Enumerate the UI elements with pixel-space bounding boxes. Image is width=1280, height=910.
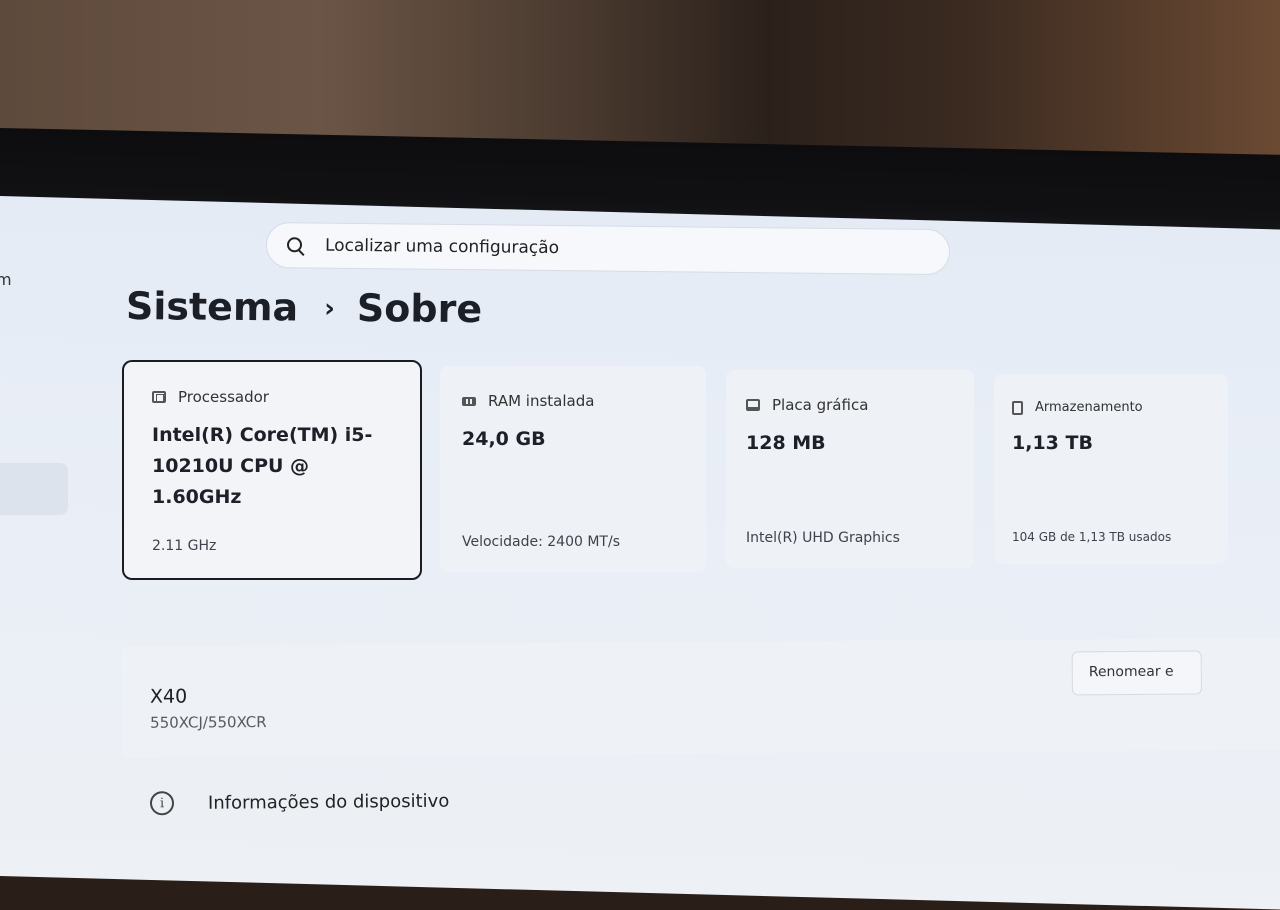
graphics-name: Intel(R) UHD Graphics — [746, 530, 900, 546]
processor-card-header: Processador — [152, 388, 269, 406]
processor-card[interactable]: Processador Intel(R) Core(TM) i5-10210U … — [122, 360, 422, 580]
storage-label: Armazenamento — [1035, 400, 1143, 415]
graphics-label: Placa gráfica — [772, 396, 869, 414]
ram-label: RAM instalada — [488, 392, 595, 410]
storage-usage: 104 GB de 1,13 TB usados — [1012, 530, 1172, 544]
search-input[interactable]: Localizar uma configuração — [325, 236, 559, 258]
storage-value: 1,13 TB — [1012, 432, 1093, 454]
page-title: Sobre — [356, 286, 483, 332]
sidebar-selected-item[interactable] — [0, 463, 68, 515]
device-name: X40 — [149, 685, 188, 708]
ram-speed: Velocidade: 2400 MT/s — [462, 534, 620, 550]
ram-card-header: RAM instalada — [462, 392, 594, 410]
search-icon — [285, 235, 305, 255]
graphics-value: 128 MB — [746, 432, 826, 454]
storage-card[interactable]: Armazenamento 1,13 TB 104 GB de 1,13 TB … — [994, 374, 1228, 564]
device-model: 550XCJ/550XCR — [150, 712, 267, 732]
device-info-row[interactable]: i Informações do dispositivo — [149, 789, 450, 816]
processor-label: Processador — [178, 388, 269, 406]
device-info-label: Informações do dispositivo — [207, 790, 450, 814]
gpu-icon — [746, 399, 760, 411]
device-name-section: X40 550XCJ/550XCR Renomear e — [121, 637, 1280, 758]
search-box[interactable]: Localizar uma configuração — [265, 222, 951, 276]
rename-button[interactable]: Renomear e — [1071, 650, 1202, 696]
ram-value: 24,0 GB — [462, 428, 546, 450]
sidebar-partial-label: m — [0, 270, 12, 289]
graphics-card-header: Placa gráfica — [746, 396, 868, 414]
cpu-icon — [152, 391, 166, 403]
processor-speed: 2.11 GHz — [152, 538, 217, 554]
info-icon: i — [149, 791, 175, 816]
storage-icon — [1012, 400, 1023, 415]
breadcrumb-separator: › — [324, 293, 336, 324]
ram-icon — [462, 396, 476, 406]
storage-card-header: Armazenamento — [1012, 400, 1143, 415]
breadcrumb: Sistema › Sobre — [126, 284, 482, 331]
processor-value: Intel(R) Core(TM) i5-10210U CPU @ 1.60GH… — [152, 424, 373, 508]
ram-card[interactable]: RAM instalada 24,0 GB Velocidade: 2400 M… — [440, 366, 706, 572]
graphics-card[interactable]: Placa gráfica 128 MB Intel(R) UHD Graphi… — [726, 370, 974, 568]
breadcrumb-parent[interactable]: Sistema — [126, 284, 299, 330]
